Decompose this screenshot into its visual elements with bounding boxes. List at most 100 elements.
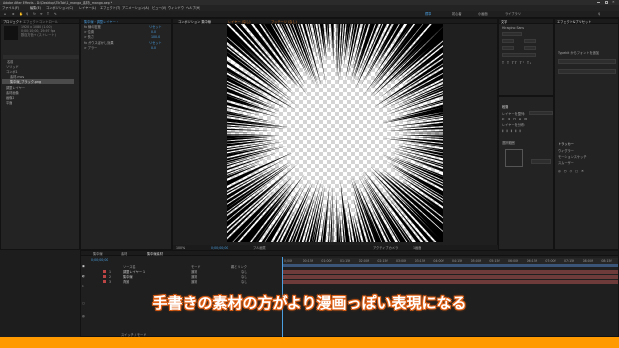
table-row[interactable]: 3 背景 通常 なし (81, 279, 281, 284)
composition-canvas[interactable] (227, 24, 443, 242)
tab-project[interactable]: プロジェクト (3, 20, 22, 24)
layer-mode[interactable]: 通常 (191, 270, 197, 274)
project-search-input[interactable] (3, 55, 79, 59)
effect-row-4-value[interactable]: 0.0 (151, 46, 156, 50)
list-item[interactable]: 平面 (6, 101, 12, 105)
tracker-icons[interactable]: ◎ ○ ◇ ▢ ✕ (558, 169, 585, 173)
menu-item-0[interactable]: ファイル(F) (2, 6, 19, 10)
workspace-standard[interactable]: 標準 (425, 12, 431, 16)
distribute-buttons[interactable]: ⫴ ⫴ ⫴ ⫴ ⫴ (502, 129, 522, 133)
menu-item-4[interactable]: エフェクト(T) (100, 6, 120, 10)
motion-sketch-label[interactable]: モーションスケッチ (558, 155, 587, 159)
tab-effect-controls-a[interactable]: エフェクトコントロール (23, 20, 58, 24)
selection-tool-icon[interactable]: ➤ (12, 12, 15, 16)
text-style-buttons[interactable]: T T TT Tᵀ T₁ (502, 61, 532, 65)
list-item[interactable]: 調整レイヤー (6, 86, 25, 90)
pen-tool-icon[interactable]: ✒ (40, 12, 43, 16)
leading-field[interactable] (524, 39, 536, 43)
work-area-bar[interactable] (282, 264, 618, 267)
effect-row-1-value[interactable]: 0.0 (151, 30, 156, 34)
menu-item-2[interactable]: コンポジション(C) (46, 6, 73, 10)
timeline-graph-icon[interactable]: ⌁ (82, 284, 84, 288)
hand-tool-icon[interactable]: ✋ (19, 12, 23, 16)
timeline-shy-icon[interactable]: ◐ (82, 274, 85, 278)
list-item[interactable]: 画像2 (6, 96, 14, 100)
tab-layer[interactable]: レイヤー (なし) (228, 20, 251, 24)
wiggler-label[interactable]: ウィグラー (558, 149, 574, 153)
timeline-timecode[interactable]: 0;00;00;00 (91, 258, 108, 262)
ruler-tick-label: 08:15f (601, 259, 612, 263)
effect-row-3-label[interactable]: fx ガウスぼかし効果 (84, 41, 114, 45)
layer-name[interactable]: 背景 (123, 280, 129, 284)
layer-parent[interactable]: なし (241, 270, 247, 274)
fx-search-input[interactable] (558, 59, 616, 64)
ruler-tick-label: 03:00f (396, 259, 407, 263)
menu-item-7[interactable]: ウィンドウ (168, 6, 184, 10)
stroke-field[interactable] (502, 53, 536, 57)
workspace-small[interactable]: 小画面 (478, 12, 488, 16)
text-tool-icon[interactable]: T (47, 12, 49, 16)
maximize-icon[interactable] (605, 1, 608, 4)
label-color-icon[interactable] (103, 270, 106, 273)
list-item[interactable]: ソリッド (6, 65, 19, 69)
timeline-frame-blend-icon[interactable]: ◎ (82, 314, 85, 318)
timeline-solo-icon[interactable]: ◉ (82, 264, 85, 268)
window-controls[interactable]: ✕ (597, 0, 617, 4)
list-item[interactable]: コンポ1 (6, 70, 18, 74)
list-item-selected[interactable]: 集中線_ブラック.png (10, 80, 41, 84)
font-name[interactable]: Hiragino Sans (502, 26, 524, 30)
tab-effect-controls[interactable]: 集中線・調整レイヤー・ (84, 20, 119, 24)
timeline-tab-1[interactable]: 素材 (121, 252, 127, 256)
close-icon[interactable]: ✕ (612, 0, 615, 4)
smoother-label[interactable]: スムーザー (558, 161, 574, 165)
tab-composition[interactable]: コンポジション 集中線 (178, 20, 211, 24)
list-item[interactable]: 素材画像 (6, 91, 19, 95)
effect-row-3-value[interactable]: リセット (149, 41, 162, 45)
align-buttons[interactable]: ⊏ ⊐ ⊓ ⊔ ⊡ (502, 117, 528, 121)
layer-mode[interactable]: 通常 (191, 275, 197, 279)
menu-item-6[interactable]: ビュー(V) (152, 6, 166, 10)
layer-bar-2[interactable] (283, 275, 618, 279)
layer-name[interactable]: 集中線 (123, 275, 133, 279)
tab-effects-presets[interactable]: エフェクト&プリセット (557, 20, 591, 24)
menu-item-5[interactable]: アニメーション(A) (122, 6, 149, 10)
font-size-field[interactable] (502, 39, 514, 43)
workspace-beginner[interactable]: 初心者 (452, 12, 462, 16)
layer-parent[interactable]: なし (241, 280, 247, 284)
menu-item-8[interactable]: ヘルプ(H) (186, 6, 200, 10)
workspace-library[interactable]: ライブラリ (505, 12, 521, 16)
layer-name[interactable]: 調整レイヤー 1 (123, 270, 145, 274)
rotate-tool-icon[interactable]: ↻ (33, 12, 36, 16)
effect-row-2-value[interactable]: 100.0 (151, 35, 160, 39)
search-icon[interactable]: ⚲ (598, 12, 600, 16)
label-color-icon[interactable] (103, 275, 106, 278)
menu-item-3[interactable]: レイヤー(L) (79, 6, 96, 10)
tracking-field[interactable] (524, 46, 536, 50)
apply-button[interactable] (531, 159, 551, 164)
kerning-field[interactable] (502, 46, 514, 50)
motion-path-grid[interactable] (505, 149, 523, 167)
minimize-icon[interactable] (597, 2, 600, 3)
layer-bar-3[interactable] (283, 280, 618, 284)
menu-item-1[interactable]: 編集(E) (30, 6, 41, 10)
effects-presets-panel: エフェクト&プリセット Typekit からフォントを追加 トラッカー ウィグラ… (554, 18, 619, 250)
project-col-name[interactable]: 名前 (7, 60, 13, 64)
ruler-tick-label: 07:15f (564, 259, 575, 263)
home-icon[interactable]: ⌂ (4, 12, 6, 16)
label-color-icon[interactable] (103, 280, 106, 283)
tab-footage[interactable]: フッテージ (なし) (271, 20, 297, 24)
layer-mode[interactable]: 通常 (191, 280, 197, 284)
zoom-tool-icon[interactable]: ⚲ (26, 12, 28, 16)
brush-tool-icon[interactable]: ✎ (54, 12, 57, 16)
layer-parent[interactable]: なし (241, 275, 247, 279)
typekit-label[interactable]: Typekit からフォントを追加 (558, 51, 599, 55)
timeline-tab-2[interactable]: 集中線素材 (147, 252, 163, 256)
font-style-select[interactable] (502, 32, 522, 36)
timeline-tab-0[interactable]: 集中線 (93, 252, 103, 256)
layer-bar-1[interactable] (283, 270, 618, 274)
tab-character[interactable]: 文字 (501, 20, 507, 24)
align-to-select[interactable] (529, 111, 553, 115)
effect-row-0-value[interactable]: リセット (149, 25, 162, 29)
font-picker[interactable] (558, 69, 616, 74)
effect-row-0-label[interactable]: fx 線の密度 (84, 25, 101, 29)
